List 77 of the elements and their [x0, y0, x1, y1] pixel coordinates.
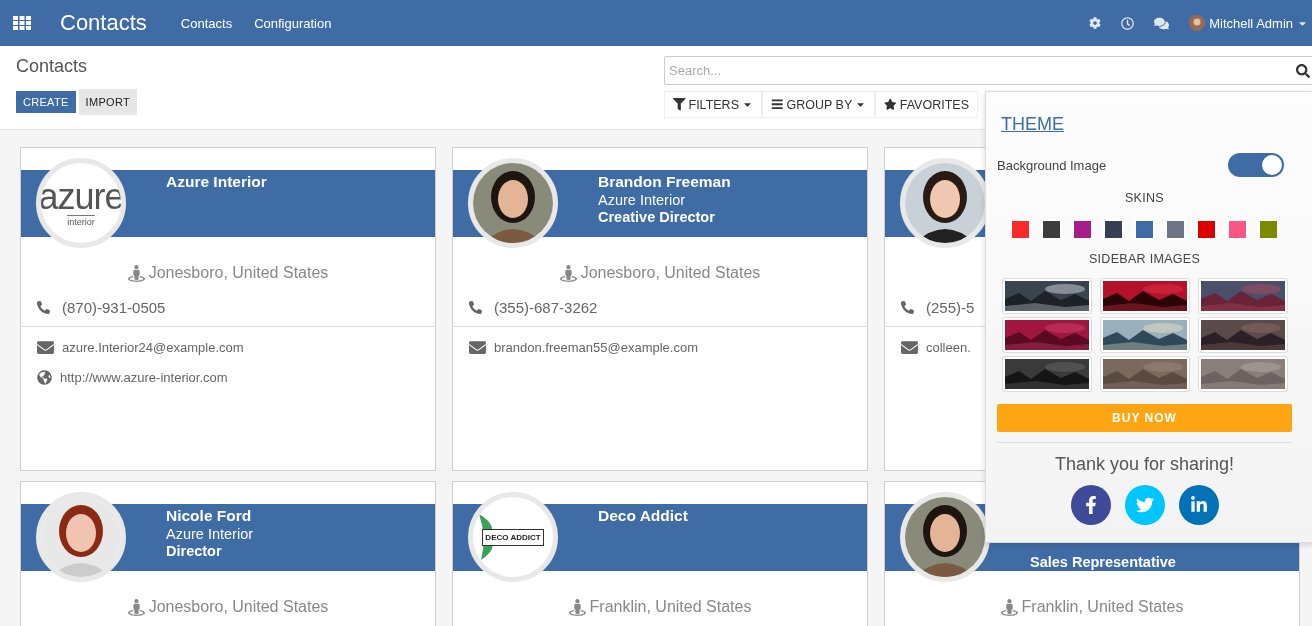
location-icon [127, 264, 145, 282]
email: brandon.freeman55@example.com [494, 340, 698, 355]
phone-number: (870)-931-0505 [62, 299, 166, 316]
import-button[interactable]: IMPORT [78, 89, 137, 115]
star-icon [884, 98, 897, 111]
email: azure.Interior24@example.com [62, 340, 244, 355]
location-icon [559, 264, 577, 282]
phone-number: (355)-687-3262 [494, 299, 598, 316]
menu-item[interactable]: Contacts [180, 15, 233, 31]
phone-icon [37, 301, 50, 314]
settings-icon[interactable] [1089, 17, 1102, 29]
search-field[interactable]: Search... [664, 56, 1312, 85]
user-avatar[interactable] [1189, 15, 1206, 31]
contact-name: Azure Interior [166, 173, 267, 191]
user-name[interactable]: Mitchell Admin [1209, 15, 1293, 31]
phone-icon [901, 301, 914, 314]
envelope-icon [469, 339, 486, 356]
location: Jonesboro, United States [148, 264, 329, 282]
contact-name: Nicole Ford [166, 507, 252, 525]
toggle-label: Background Image [997, 157, 1107, 173]
breadcrumb: Contacts [16, 56, 88, 77]
filter-dropdown[interactable]: FAVORITES [875, 91, 978, 118]
website: http://www.azure-interior.com [60, 370, 228, 385]
skin-swatch[interactable] [1136, 221, 1153, 238]
envelope-icon [37, 339, 54, 356]
skin-swatch[interactable] [1167, 221, 1184, 238]
filter-dropdown[interactable]: FILTERS [664, 91, 762, 118]
contact-card[interactable]: DECO ADDICT Deco Addict Franklin, United States [452, 481, 868, 626]
twitter-button[interactable] [1124, 485, 1165, 525]
skin-swatch[interactable] [1260, 221, 1277, 238]
skin-swatch[interactable] [1198, 221, 1215, 238]
skin-swatch[interactable] [1012, 221, 1029, 238]
skin-swatch[interactable] [1229, 221, 1246, 238]
location: Jonesboro, United States [580, 264, 761, 282]
toggle-switch[interactable] [1228, 153, 1284, 177]
location: Jonesboro, United States [148, 598, 329, 616]
job-title: Creative Director [598, 209, 715, 225]
section-heading: SKINS [1125, 191, 1164, 205]
logo-text: DECO ADDICT [482, 528, 544, 546]
job-title: Sales Representative [1030, 554, 1176, 570]
location: Franklin, United States [589, 598, 752, 616]
skin-swatch[interactable] [1043, 221, 1060, 238]
phone-number: (255)-5 [926, 299, 975, 316]
email: colleen. [926, 340, 971, 355]
filter-dropdown[interactable]: GROUP BY [762, 91, 876, 118]
share-text: Thank you for sharing! [1054, 454, 1235, 475]
envelope-icon [901, 339, 918, 356]
twitter-icon [1135, 496, 1154, 514]
linkedin-icon [1189, 496, 1208, 514]
facebook-button[interactable] [1070, 485, 1111, 525]
theme-link[interactable]: THEME [1001, 114, 1064, 135]
contact-card[interactable]: Nicole Ford Azure Interior Director Jonesboro, United States [20, 481, 436, 626]
logo-text: interior [67, 215, 95, 227]
location-icon [568, 598, 586, 616]
skin-swatch[interactable] [1105, 221, 1122, 238]
menu-item[interactable]: Configuration [254, 15, 332, 31]
location: Franklin, United States [1021, 598, 1184, 616]
location-icon [127, 598, 145, 616]
clock-icon[interactable] [1121, 16, 1135, 30]
funnel-icon [673, 98, 686, 111]
location-icon [1000, 598, 1018, 616]
company-name: Azure Interior [166, 526, 254, 542]
globe-icon [37, 370, 52, 385]
contact-name: Deco Addict [598, 507, 688, 525]
create-button[interactable]: CREATE [16, 91, 76, 113]
bars-icon [771, 98, 784, 111]
apps-grid-icon[interactable] [13, 16, 31, 30]
section-heading: SIDEBAR IMAGES [1088, 252, 1201, 266]
phone-icon [469, 301, 482, 314]
chat-icon[interactable] [1154, 15, 1170, 31]
contact-card[interactable]: Brandon Freeman Azure Interior Creative Director Jonesboro, United States (355)-687-3262 brandon.freeman55@example.com [452, 147, 868, 471]
contact-name: Brandon Freeman [598, 173, 731, 191]
app-title: Contacts [60, 10, 147, 36]
job-title: Director [166, 543, 222, 559]
skin-swatch[interactable] [1074, 221, 1091, 238]
linkedin-button[interactable] [1178, 485, 1219, 525]
company-name: Azure Interior [598, 192, 686, 208]
